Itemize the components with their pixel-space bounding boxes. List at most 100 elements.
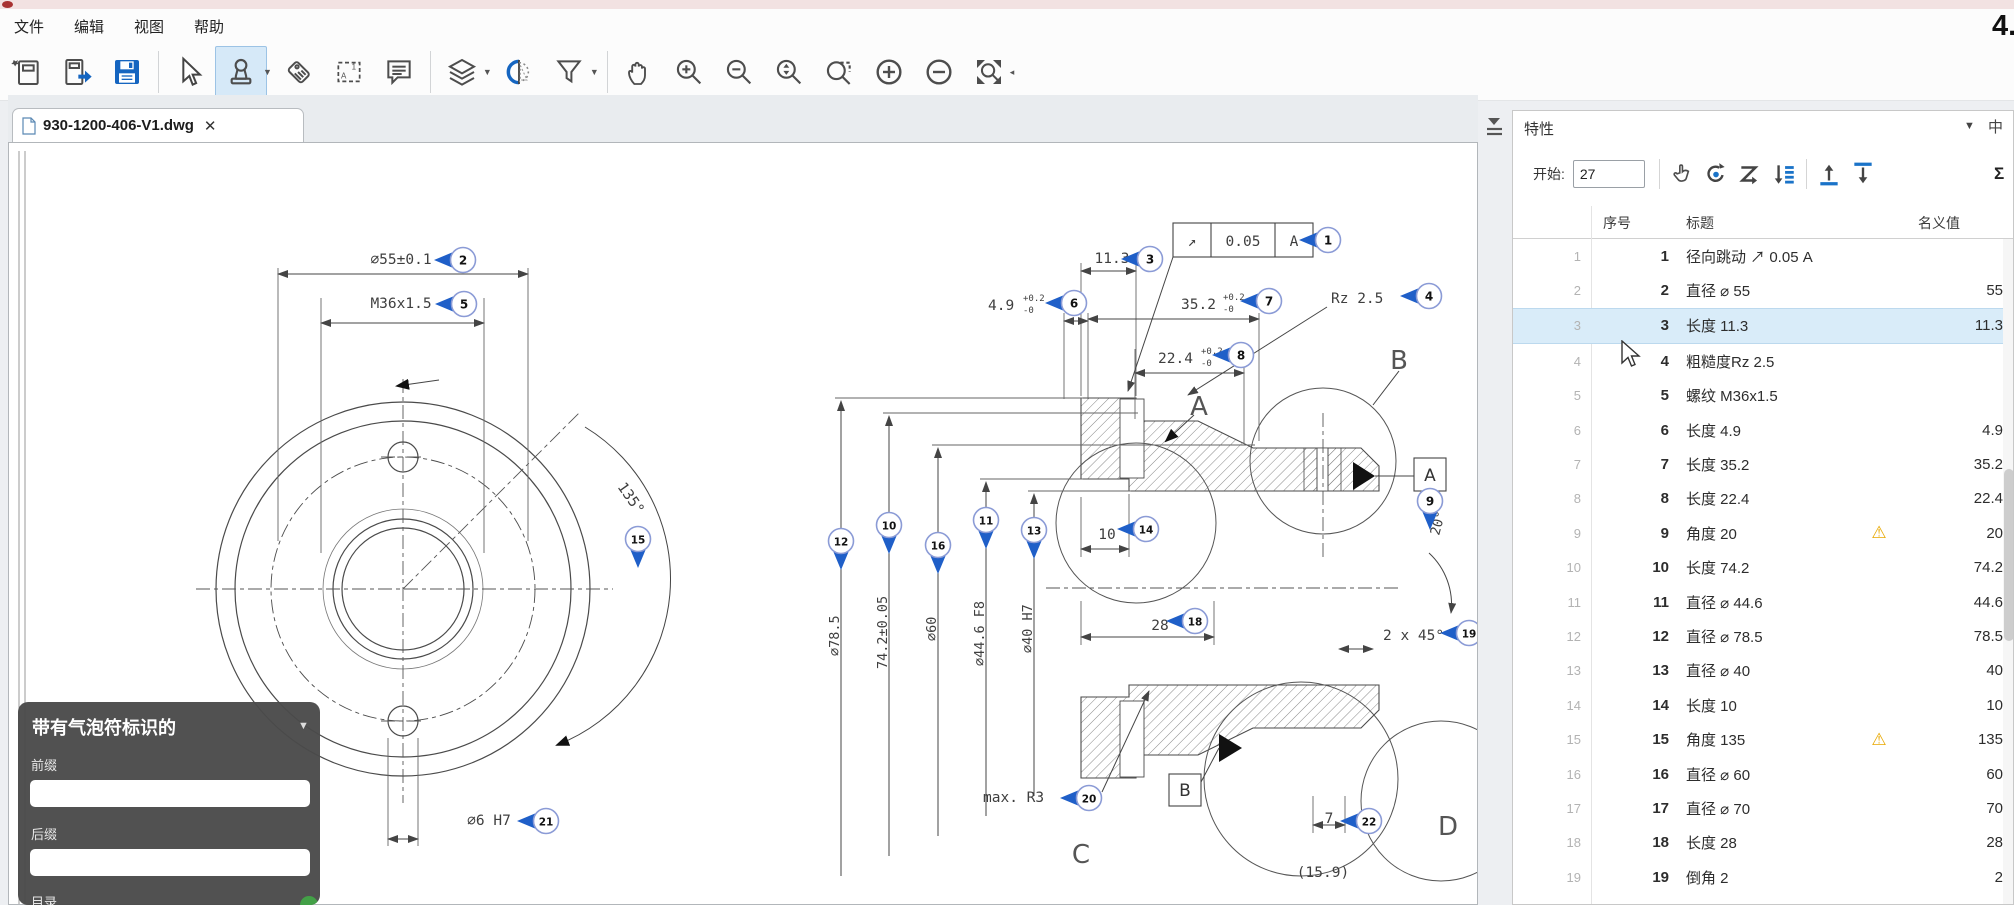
balloon-7[interactable]: 7 xyxy=(1240,289,1282,314)
select-cursor-icon[interactable] xyxy=(165,47,215,97)
warning-icon: ⚠ xyxy=(1854,523,1904,543)
table-row[interactable]: 1111直径 ⌀ 44.644.6 xyxy=(1513,585,2003,619)
table-row[interactable]: 44粗糙度Rz 2.5 xyxy=(1513,344,2003,378)
balloon-18[interactable]: 18 xyxy=(1166,609,1208,634)
dim-35-2-tol-dn: -0 xyxy=(1223,305,1234,315)
panel-collapse-icon[interactable]: ▼ xyxy=(1964,120,1975,132)
filter-dropdown-icon[interactable]: ▼ xyxy=(590,67,599,77)
menu-edit[interactable]: 编辑 xyxy=(70,14,108,40)
balloon-15[interactable]: 15 xyxy=(626,527,651,569)
compare-revisions-icon[interactable] xyxy=(494,47,544,97)
table-row[interactable]: 99角度 20⚠20 xyxy=(1513,516,2003,550)
capture-region-icon[interactable]: A1 xyxy=(324,47,374,97)
balloon-20[interactable]: 20 xyxy=(1060,786,1102,811)
zoom-dynamic-icon[interactable] xyxy=(764,47,814,97)
balloon-13[interactable]: 13 xyxy=(1022,518,1047,560)
balloon-1[interactable]: 1 xyxy=(1299,228,1341,253)
hand-pointer-icon[interactable] xyxy=(1665,157,1699,191)
balloon-4[interactable]: 4 xyxy=(1400,284,1442,309)
zoom-extents-icon[interactable] xyxy=(964,47,1014,97)
toolbar-collapse-icon[interactable]: ◂ xyxy=(1010,67,1015,78)
balloon-2[interactable]: 2 xyxy=(434,248,476,273)
panel-pin-glyph[interactable]: 中 xyxy=(1988,116,2003,137)
scrollbar-thumb[interactable] xyxy=(2004,469,2014,641)
save-icon[interactable] xyxy=(102,47,152,97)
table-row[interactable]: 66长度 4.94.9 xyxy=(1513,413,2003,447)
move-bottom-icon[interactable] xyxy=(1846,157,1880,191)
balloon-stamp-icon[interactable] xyxy=(215,46,267,98)
svg-text:6: 6 xyxy=(1070,297,1078,311)
table-row[interactable]: 77长度 35.235.2 xyxy=(1513,447,2003,481)
table-row[interactable]: 2020半径 R 3 max. xyxy=(1513,894,2003,905)
tag-icon[interactable] xyxy=(274,47,324,97)
balloon-10[interactable]: 10 xyxy=(877,513,902,555)
zoom-in-icon[interactable] xyxy=(664,47,714,97)
balloon-14[interactable]: 14 xyxy=(1117,517,1159,542)
window-control-dot[interactable] xyxy=(2,1,13,8)
dim-d40: ⌀40 H7 xyxy=(1020,604,1036,653)
renumber-rotate-icon[interactable] xyxy=(1699,157,1733,191)
svg-text:12: 12 xyxy=(834,537,849,549)
balloon-11[interactable]: 11 xyxy=(974,508,999,550)
table-row[interactable]: 1919倒角 22 xyxy=(1513,860,2003,894)
row-number: 11 xyxy=(1581,594,1669,611)
balloon-21[interactable]: 21 xyxy=(517,809,559,834)
table-row[interactable]: 11径向跳动 ↗ 0.05 A xyxy=(1513,239,2003,273)
sort-list-icon[interactable] xyxy=(1767,157,1801,191)
balloon-19[interactable]: 19 xyxy=(1440,621,1478,646)
tab-drawing-file[interactable]: 930-1200-406-V1.dwg ✕ xyxy=(12,108,304,142)
prefix-input[interactable] xyxy=(30,780,310,807)
menu-help[interactable]: 帮助 xyxy=(190,14,228,40)
column-header-title[interactable]: 标题 xyxy=(1686,213,1714,233)
row-nominal-value: 11.3 xyxy=(1904,317,2003,334)
table-row[interactable]: 1616直径 ⌀ 6060 xyxy=(1513,757,2003,791)
comment-icon[interactable] xyxy=(374,47,424,97)
menu-file[interactable]: 文件 xyxy=(10,14,48,40)
table-row[interactable]: 22直径 ⌀ 5555 xyxy=(1513,273,2003,307)
balloon-5[interactable]: 5 xyxy=(435,292,477,317)
layers-icon[interactable] xyxy=(437,47,487,97)
column-header-no[interactable]: 序号 xyxy=(1603,213,1631,233)
filter-icon[interactable] xyxy=(544,47,594,97)
sum-icon[interactable]: Σ xyxy=(1994,164,2004,184)
table-row[interactable]: 1717直径 ⌀ 7070 xyxy=(1513,791,2003,825)
table-row[interactable]: 1515角度 135⚠135 xyxy=(1513,722,2003,756)
suffix-input[interactable] xyxy=(30,849,310,876)
table-row[interactable]: 1212直径 ⌀ 78.578.5 xyxy=(1513,619,2003,653)
layers-dropdown-icon[interactable]: ▼ xyxy=(483,67,492,77)
balloon-16[interactable]: 16 xyxy=(926,533,951,575)
zoom-window-icon[interactable] xyxy=(814,47,864,97)
row-number: 6 xyxy=(1581,422,1669,439)
start-number-input[interactable] xyxy=(1573,160,1645,188)
pan-hand-icon[interactable] xyxy=(614,47,664,97)
magnify-decrease-icon[interactable] xyxy=(914,47,964,97)
tab-list-icon[interactable] xyxy=(1483,112,1507,142)
table-row[interactable]: 88长度 22.422.4 xyxy=(1513,482,2003,516)
move-top-icon[interactable] xyxy=(1812,157,1846,191)
balloon-22[interactable]: 22 xyxy=(1340,809,1382,834)
detail-label-b: B xyxy=(1390,346,1408,376)
table-row[interactable]: 1818长度 2828 xyxy=(1513,826,2003,860)
table-row[interactable]: 33长度 11.311.3 xyxy=(1513,308,2003,344)
tab-close-icon[interactable]: ✕ xyxy=(204,117,217,135)
directory-status-icon[interactable] xyxy=(300,896,318,905)
new-document-icon[interactable] xyxy=(2,47,52,97)
menu-view[interactable]: 视图 xyxy=(130,14,168,40)
open-document-icon[interactable] xyxy=(52,47,102,97)
table-row[interactable]: 1414长度 1010 xyxy=(1513,688,2003,722)
table-scrollbar[interactable] xyxy=(2003,239,2014,905)
balloon-6[interactable]: 6 xyxy=(1045,291,1087,316)
table-row[interactable]: 1010长度 74.274.2 xyxy=(1513,551,2003,585)
zoom-out-icon[interactable] xyxy=(714,47,764,97)
balloon-form-collapse-icon[interactable]: ▼ xyxy=(298,720,309,732)
directory-label: 目录 xyxy=(31,892,57,905)
balloon-12[interactable]: 12 xyxy=(829,529,854,571)
magnify-increase-icon[interactable] xyxy=(864,47,914,97)
row-index: 13 xyxy=(1513,663,1581,678)
column-header-nominal[interactable]: 名义值 xyxy=(1918,213,1960,233)
stamp-dropdown-icon[interactable]: ▼ xyxy=(263,67,272,77)
reorder-z-icon[interactable] xyxy=(1733,157,1767,191)
table-row[interactable]: 55螺纹 M36x1.5 xyxy=(1513,379,2003,413)
table-row[interactable]: 1313直径 ⌀ 4040 xyxy=(1513,654,2003,688)
row-number: 19 xyxy=(1581,869,1669,886)
